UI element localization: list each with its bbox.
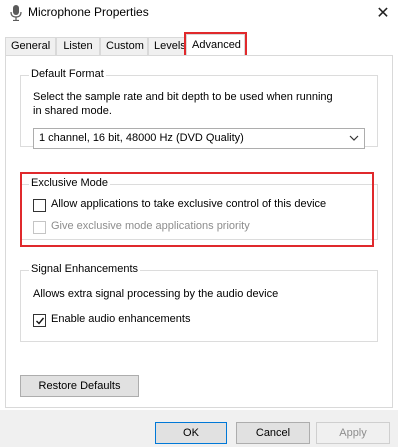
tab-custom[interactable]: Custom [100,37,148,55]
cancel-button[interactable]: Cancel [236,422,310,444]
tab-advanced[interactable]: Advanced [186,34,245,56]
restore-defaults-button[interactable]: Restore Defaults [20,375,139,397]
default-format-description-line1: Select the sample rate and bit depth to … [33,91,333,103]
ok-button[interactable]: OK [155,422,227,444]
microphone-icon [10,5,22,21]
close-icon: ✕ [376,5,390,22]
tab-label: Advanced [192,39,241,51]
allow-exclusive-label: Allow applications to take exclusive con… [51,198,327,210]
apply-button: Apply [316,422,390,444]
close-button[interactable]: ✕ [368,0,398,26]
signal-enhancements-group: Signal Enhancements Allows extra signal … [20,263,378,342]
tab-listen[interactable]: Listen [56,37,100,55]
apply-label: Apply [339,427,367,439]
dialog-footer: OK Cancel Apply [0,410,398,447]
exclusive-priority-checkbox [33,221,46,234]
exclusive-mode-legend: Exclusive Mode [29,177,111,189]
advanced-panel: Default Format Select the sample rate an… [5,55,393,408]
checkmark-icon [36,317,45,325]
tab-label: General [11,40,51,52]
default-format-group: Default Format Select the sample rate an… [20,68,378,149]
chevron-down-icon [349,135,359,141]
allow-exclusive-checkbox[interactable] [33,199,46,212]
enable-enhancements-checkbox[interactable] [33,314,46,327]
ok-label: OK [183,427,199,439]
cancel-label: Cancel [255,427,291,439]
window-title: Microphone Properties [28,5,149,19]
signal-enhancements-legend: Signal Enhancements [29,263,141,275]
default-format-description-line2: in shared mode. [33,105,112,117]
default-format-legend: Default Format [29,68,106,80]
tab-label: Levels [154,40,186,52]
tab-strip: General Listen Custom Levels Advanced [5,34,393,56]
exclusive-priority-label: Give exclusive mode applications priorit… [51,220,250,232]
tab-label: Custom [106,40,144,52]
tab-label: Listen [63,40,93,52]
title-bar: Microphone Properties ✕ [0,0,398,26]
restore-defaults-label: Restore Defaults [38,380,121,392]
format-dropdown-value: 1 channel, 16 bit, 48000 Hz (DVD Quality… [39,132,244,144]
format-dropdown[interactable]: 1 channel, 16 bit, 48000 Hz (DVD Quality… [33,128,365,149]
exclusive-mode-group: Exclusive Mode Allow applications to tak… [20,177,378,240]
tab-general[interactable]: General [5,37,56,55]
signal-enhancements-description: Allows extra signal processing by the au… [33,288,279,300]
tab-levels[interactable]: Levels [148,37,188,55]
enable-enhancements-label: Enable audio enhancements [51,313,191,325]
